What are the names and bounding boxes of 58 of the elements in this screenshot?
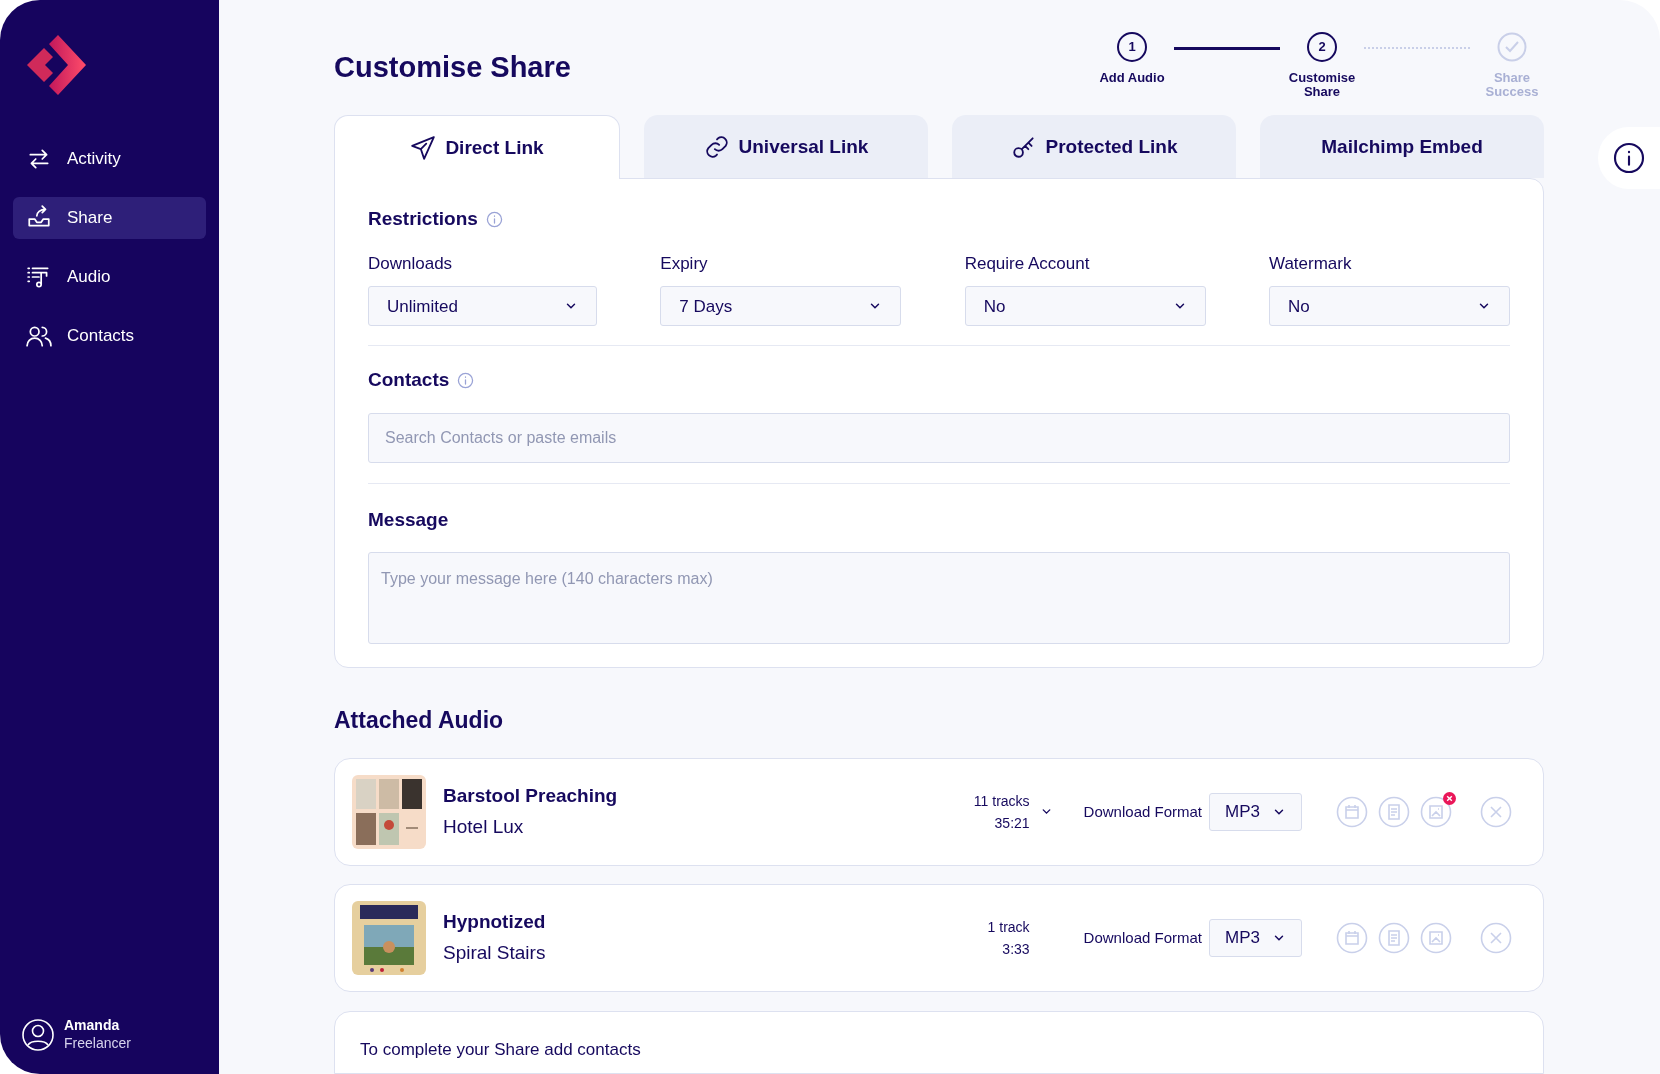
album-title: Barstool Preaching — [443, 784, 619, 809]
section-title: Restrictions — [368, 207, 478, 232]
duration: 35:21 — [994, 813, 1030, 833]
paper-plane-icon — [410, 134, 437, 161]
field-label: Watermark — [1269, 252, 1353, 275]
dropdown[interactable]: Unlimited — [368, 286, 597, 327]
tab[interactable]: Direct Link — [334, 115, 620, 180]
info-icon[interactable] — [457, 372, 475, 390]
format-dropdown[interactable]: MP3 — [1209, 792, 1302, 831]
user-role: Freelancer — [64, 1034, 131, 1052]
format-dropdown[interactable]: MP3 — [1209, 918, 1302, 957]
calendar-icon[interactable] — [1336, 921, 1368, 954]
duration: 3:33 — [1002, 939, 1030, 959]
page-title: Customise Share — [334, 50, 571, 85]
dropdown[interactable]: No — [964, 286, 1206, 327]
step-label: Customise Share — [1287, 71, 1357, 99]
sidebar-item[interactable]: Share — [13, 197, 206, 239]
field-label: Downloads — [368, 252, 454, 275]
tab[interactable]: Protected Link — [952, 115, 1236, 179]
step-number: 1 — [1117, 32, 1147, 62]
step-label: Add Audio — [1098, 71, 1166, 85]
field-label: Download Format — [1083, 927, 1202, 948]
section-title: Message — [368, 507, 450, 532]
dropdown[interactable]: 7 Days — [660, 286, 902, 327]
info-icon — [1613, 142, 1645, 174]
sidebar-item[interactable]: Activity — [13, 138, 206, 180]
album-title: Hypnotized — [443, 910, 547, 935]
artist-name: Spiral Stairs — [443, 940, 547, 965]
info-button[interactable] — [1598, 127, 1660, 189]
sidebar-item[interactable]: Audio — [13, 256, 206, 298]
document-icon[interactable] — [1378, 921, 1410, 954]
document-icon[interactable] — [1378, 795, 1410, 828]
track-count: 1 track — [987, 917, 1030, 937]
user-name: Amanda — [64, 1017, 121, 1035]
section-title: Attached Audio — [334, 706, 505, 736]
user-avatar-icon[interactable] — [22, 1018, 54, 1051]
field-label: Download Format — [1083, 801, 1202, 822]
tab[interactable]: Universal Link — [644, 115, 928, 179]
field-label: Expiry — [660, 252, 709, 275]
close-icon[interactable] — [1480, 921, 1512, 954]
info-icon[interactable] — [485, 211, 503, 229]
sidebar-item[interactable]: Contacts — [13, 315, 206, 357]
artist-name: Hotel Lux — [443, 814, 525, 839]
footer-note: To complete your Share add contacts — [360, 1039, 641, 1059]
close-icon[interactable] — [1480, 795, 1512, 828]
track-count: 11 tracks — [973, 791, 1030, 811]
field-label: Require Account — [964, 252, 1091, 275]
message-field[interactable]: Type your message here (140 characters max) — [368, 552, 1510, 645]
contacts-search-field[interactable]: Search Contacts or paste emails — [368, 412, 1510, 463]
calendar-icon[interactable] — [1336, 795, 1368, 828]
users-icon — [26, 323, 52, 349]
link-icon — [703, 133, 730, 160]
step-number: 2 — [1307, 32, 1337, 62]
dropdown[interactable]: No — [1269, 286, 1510, 327]
tab[interactable]: Mailchimp Embed — [1260, 115, 1544, 179]
step-label: Share Success — [1484, 71, 1540, 99]
section-title: Contacts — [368, 368, 450, 393]
image-icon[interactable] — [1420, 795, 1452, 828]
